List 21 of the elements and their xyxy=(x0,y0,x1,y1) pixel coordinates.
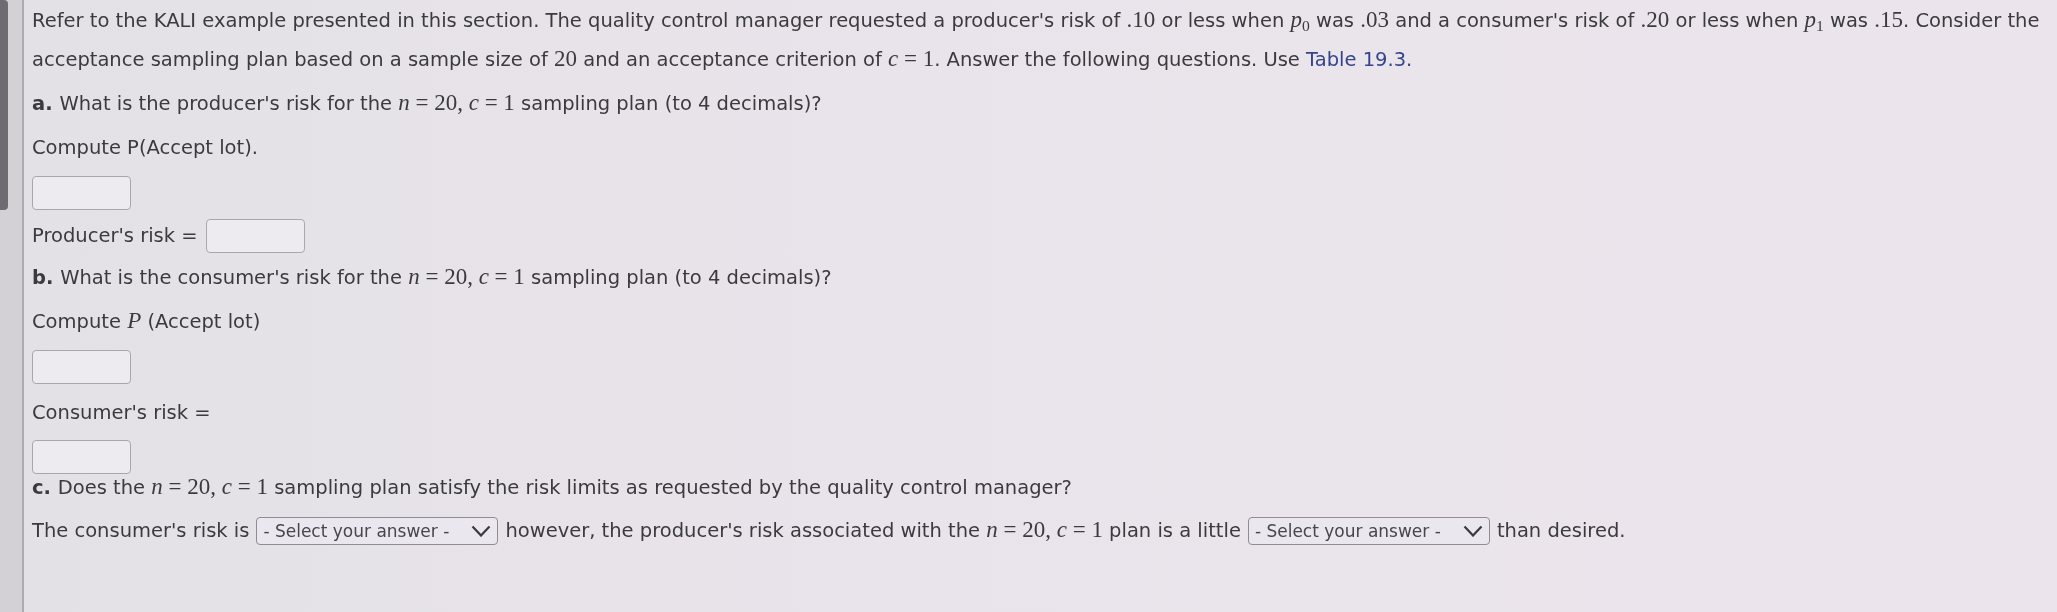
scrollbar-thumb[interactable] xyxy=(0,0,8,210)
answer-box[interactable] xyxy=(205,219,305,253)
answer-box[interactable] xyxy=(32,350,131,384)
sentence-text: however, the producer's risk associated with the n = 20, c = 1 plan is a little xyxy=(505,517,1241,544)
answer-dropdown[interactable]: - Select your answer - xyxy=(1247,517,1490,545)
question-text: a. What is the producer's risk for the n = 20, c = 1 sampling plan (to 4 decimals)? xyxy=(32,90,822,117)
sentence-text: than desired. xyxy=(1496,518,1626,544)
question-text: b. What is the consumer's risk for the n = 20, c = 1 sampling plan (to 4 decimals)? xyxy=(32,264,832,291)
answer-box[interactable] xyxy=(32,176,131,210)
problem-text: Refer to the KALI example presented in this section. The quality control manager requested a producer's risk of .10 or less when p$_{0}$ was .03 and a consumer's risk of .20 or less when p$_{1}$ was .15. Consider the acceptance sampling plan based on a sample size of 20 and an acceptance criterion of c = 1. Answer the following questions. Use Table 19.3. xyxy=(32,5,2041,73)
sentence-text: The consumer's risk is xyxy=(32,518,250,544)
table-link[interactable]: Table 19.3. xyxy=(1306,48,1413,71)
instruction-text: Compute P (Accept lot) xyxy=(32,308,261,335)
answer-dropdown[interactable]: - Select your answer - xyxy=(256,517,499,545)
answer-label: Producer's risk = xyxy=(32,223,198,249)
instruction-text: Consumer's risk = xyxy=(32,400,211,426)
chevron-down-icon xyxy=(471,525,492,537)
chevron-down-icon xyxy=(1462,525,1483,537)
answer-box[interactable] xyxy=(32,440,131,474)
instruction-text: Compute P(Accept lot). xyxy=(32,135,258,161)
question-text: c. Does the n = 20, c = 1 sampling plan satisfy the risk limits as requested by the quality control manager? xyxy=(32,474,1072,501)
